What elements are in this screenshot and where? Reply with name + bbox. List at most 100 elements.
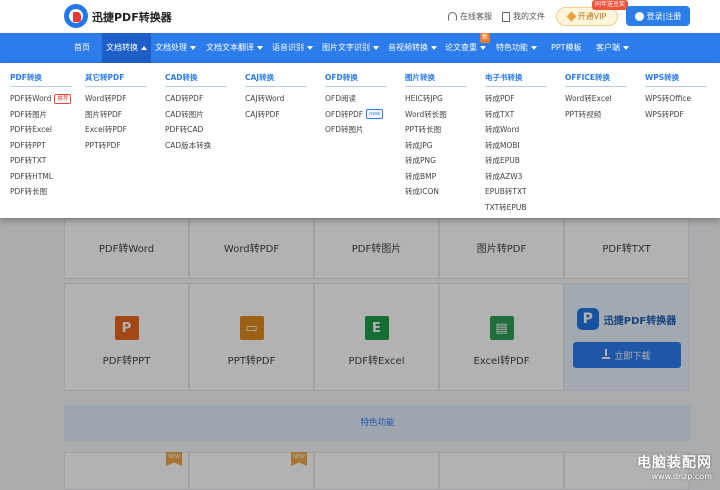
nav-doc-translate[interactable]: 文档文本翻译	[206, 33, 263, 63]
menu-item[interactable]: 转成MOBI	[485, 138, 547, 154]
site-watermark: 电脑装配网 www.dnzp.com	[580, 452, 720, 490]
watermark-title: 电脑装配网	[637, 455, 712, 471]
nav-client[interactable]: 客户端	[596, 33, 629, 63]
dropdown-col-caj: CAJ转换 CAJ转Word CAJ转PDF	[245, 72, 307, 122]
col-title: OFD转换	[325, 72, 387, 87]
dropdown-col-wps: WPS转换 WPS转Office WPS转PDF	[645, 72, 707, 122]
chevron-up-icon	[141, 45, 147, 50]
new-tag: new	[366, 109, 384, 120]
user-avatar-icon	[634, 11, 644, 21]
chevron-down-icon	[373, 45, 379, 50]
menu-item[interactable]: WPS转Office	[645, 91, 707, 107]
menu-item[interactable]: OFD转图片	[325, 122, 387, 138]
nav-doc-convert[interactable]: 文档转换	[102, 33, 151, 63]
nav-plagiarism-label: 论文查重	[445, 43, 477, 52]
dropdown-col-office: OFFICE转换 Word转Excel PPT转视频	[565, 72, 627, 122]
menu-item[interactable]: OFD转PDF new	[325, 107, 387, 123]
menu-item[interactable]: PPT转PDF	[85, 138, 147, 154]
logo-text[interactable]: 迅捷PDF转换器	[92, 9, 172, 25]
menu-item[interactable]: Word转长图	[405, 107, 467, 123]
dropdown-col-ofd: OFD转换 OFD阅读 OFD转PDF new OFD转图片	[325, 72, 387, 138]
nav-av-convert[interactable]: 音视频转换	[388, 33, 437, 63]
col-title: 图片转换	[405, 72, 467, 87]
menu-item[interactable]: OFD阅读	[325, 91, 387, 107]
menu-item[interactable]: 转成JPG	[405, 138, 467, 154]
menu-item[interactable]: Word转Excel	[565, 91, 627, 107]
page-dim-overlay[interactable]	[0, 218, 720, 490]
menu-item[interactable]: 转成Word	[485, 122, 547, 138]
menu-item[interactable]: CAD版本转换	[165, 138, 227, 154]
nav-client-label: 客户端	[596, 43, 620, 52]
my-files-label: 我的文件	[513, 12, 545, 21]
menu-item[interactable]: PDF转PPT	[10, 138, 72, 154]
menu-item[interactable]: CAD转PDF	[165, 91, 227, 107]
menu-item[interactable]: 转成PDF	[485, 91, 547, 107]
menu-item[interactable]: CAJ转PDF	[245, 107, 307, 123]
nav-ppt-template[interactable]: PPT模板	[551, 33, 582, 63]
nav-features[interactable]: 特色功能	[496, 33, 537, 63]
menu-item[interactable]: 转成AZW3	[485, 169, 547, 185]
logo-icon[interactable]	[64, 4, 88, 28]
menu-item[interactable]: 图片转PDF	[85, 107, 147, 123]
diamond-icon	[566, 11, 577, 22]
menu-item[interactable]: PDF转CAD	[165, 122, 227, 138]
menu-item[interactable]: Word转PDF	[85, 91, 147, 107]
chevron-down-icon	[480, 45, 486, 50]
nav-new-badge: 新	[480, 33, 491, 43]
nav-features-label: 特色功能	[496, 43, 528, 52]
menu-item[interactable]: PDF转长图	[10, 184, 72, 200]
nav-doc-convert-label: 文档转换	[106, 43, 138, 52]
menu-item[interactable]: PDF转图片	[10, 107, 72, 123]
col-title: 电子书转换	[485, 72, 547, 87]
menu-item[interactable]: CAD转图片	[165, 107, 227, 123]
chevron-down-icon	[531, 45, 537, 50]
nav-ocr[interactable]: 图片文字识别	[322, 33, 379, 63]
vip-promo-tag: 同年送豆奖	[592, 0, 629, 10]
file-icon	[502, 11, 510, 22]
col-title: 其它转PDF	[85, 72, 147, 87]
col-title: PDF转换	[10, 72, 72, 87]
chevron-down-icon	[257, 45, 263, 50]
hot-tag: 推荐	[54, 93, 72, 104]
nav-ocr-label: 图片文字识别	[322, 43, 370, 52]
col-title: CAJ转换	[245, 72, 307, 87]
menu-item-label: PDF转Word	[10, 94, 52, 103]
menu-item[interactable]: HEIC转JPG	[405, 91, 467, 107]
chevron-down-icon	[190, 45, 196, 50]
chevron-down-icon	[431, 45, 437, 50]
login-register-button[interactable]: 登录|注册	[626, 6, 690, 26]
dropdown-col-pdf: PDF转换 PDF转Word 推荐 PDF转图片 PDF转Excel PDF转PP…	[10, 72, 72, 200]
menu-item[interactable]: PDF转HTML	[10, 169, 72, 185]
menu-item[interactable]: PDF转Excel	[10, 122, 72, 138]
dropdown-col-ebook: 电子书转换 转成PDF 转成TXT 转成Word 转成MOBI 转成EPUB 转…	[485, 72, 547, 215]
col-title: CAD转换	[165, 72, 227, 87]
menu-item[interactable]: 转成TXT	[485, 107, 547, 123]
nav-home[interactable]: 首页	[74, 33, 90, 63]
my-files-link[interactable]: 我的文件	[502, 11, 545, 22]
menu-item[interactable]: Excel转PDF	[85, 122, 147, 138]
menu-item[interactable]: WPS转PDF	[645, 107, 707, 123]
chevron-down-icon	[307, 45, 313, 50]
login-label: 登录|注册	[646, 11, 682, 21]
dropdown-col-cad: CAD转换 CAD转PDF CAD转图片 PDF转CAD CAD版本转换	[165, 72, 227, 153]
online-service-link[interactable]: 在线客服	[448, 11, 492, 22]
menu-item[interactable]: 转成ICON	[405, 184, 467, 200]
nav-doc-process[interactable]: 文档处理	[155, 33, 196, 63]
nav-speech[interactable]: 语音识别	[272, 33, 313, 63]
menu-item[interactable]: PPT转视频	[565, 107, 627, 123]
menu-item[interactable]: PPT转长图	[405, 122, 467, 138]
menu-item[interactable]: 转成PNG	[405, 153, 467, 169]
menu-item[interactable]: PDF转TXT	[10, 153, 72, 169]
menu-item[interactable]: PDF转Word 推荐	[10, 91, 72, 107]
menu-item[interactable]: EPUB转TXT	[485, 184, 547, 200]
chevron-down-icon	[623, 45, 629, 50]
menu-item[interactable]: 转成EPUB	[485, 153, 547, 169]
menu-item[interactable]: 转成BMP	[405, 169, 467, 185]
nav-doc-process-label: 文档处理	[155, 43, 187, 52]
doc-convert-dropdown: PDF转换 PDF转Word 推荐 PDF转图片 PDF转Excel PDF转PP…	[0, 63, 720, 218]
menu-item[interactable]: CAJ转Word	[245, 91, 307, 107]
nav-speech-label: 语音识别	[272, 43, 304, 52]
headset-icon	[448, 12, 457, 21]
menu-item[interactable]: TXT转EPUB	[485, 200, 547, 216]
dropdown-col-to-pdf: 其它转PDF Word转PDF 图片转PDF Excel转PDF PPT转PDF	[85, 72, 147, 153]
